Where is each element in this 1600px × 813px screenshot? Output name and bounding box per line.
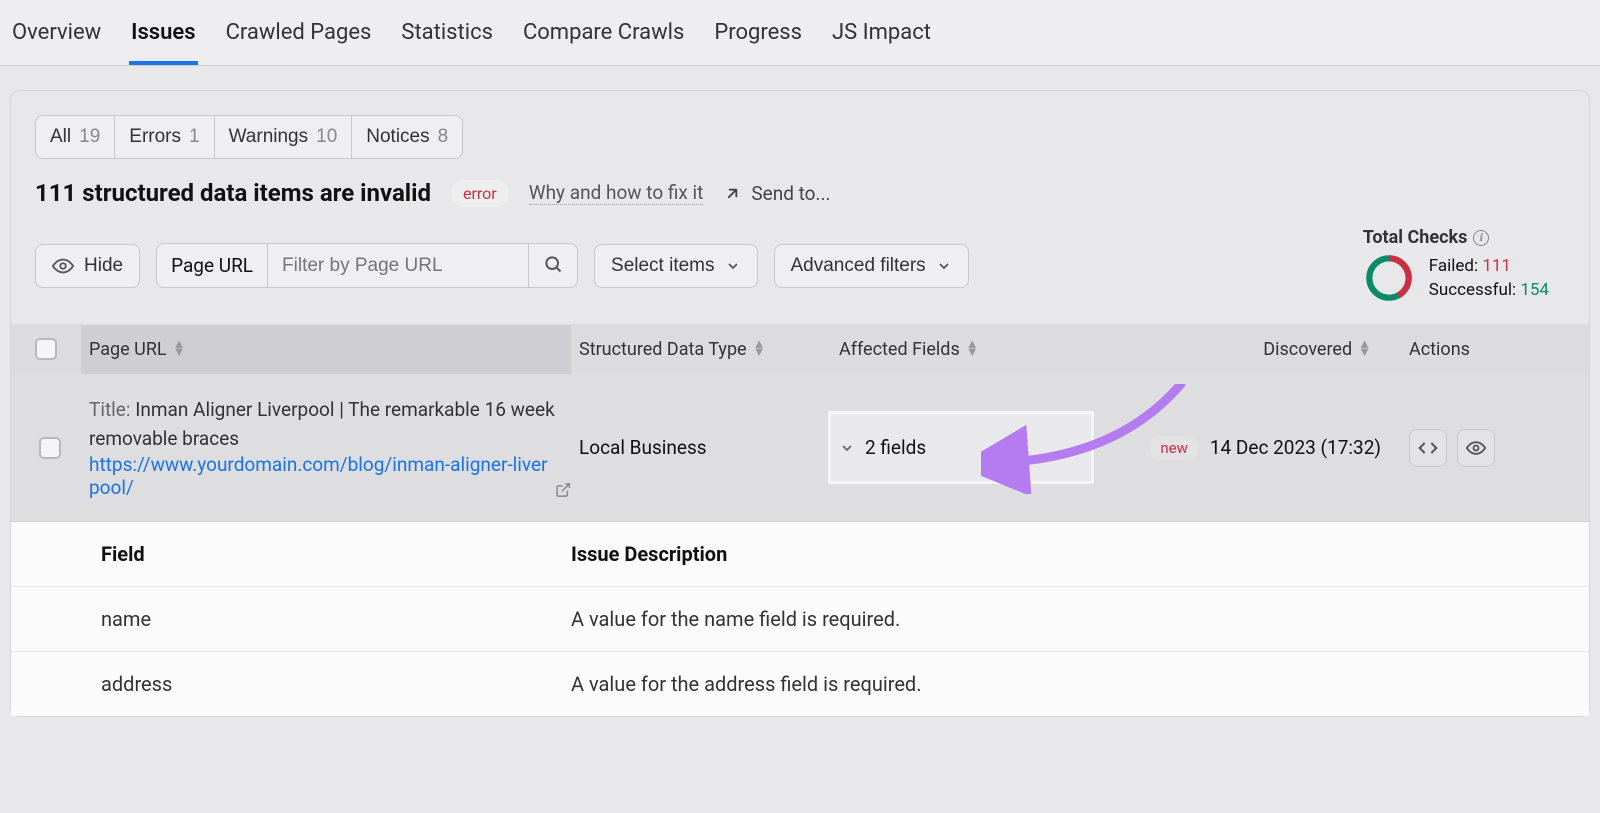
- search-icon: [543, 254, 563, 274]
- issues-panel: All19 Errors1 Warnings10 Notices8 111 st…: [10, 90, 1590, 717]
- select-items-button[interactable]: Select items: [594, 244, 757, 288]
- col-actions: Actions: [1401, 339, 1541, 360]
- external-link-icon: [555, 481, 571, 499]
- new-badge: new: [1150, 436, 1198, 460]
- failed-count: 111: [1482, 256, 1511, 276]
- col-affected-fields[interactable]: Affected Fields▲▼: [831, 339, 1091, 360]
- detail-desc: A value for the name field is required.: [571, 607, 1529, 631]
- view-button[interactable]: [1457, 429, 1495, 467]
- col-page-url[interactable]: Page URL▲▼: [81, 325, 571, 374]
- code-icon: [1418, 438, 1438, 458]
- chevron-down-icon: [936, 258, 952, 274]
- tab-issues[interactable]: Issues: [129, 10, 197, 65]
- total-checks-label: Total Checks: [1363, 227, 1468, 248]
- search-button[interactable]: [528, 244, 577, 287]
- tab-crawled-pages[interactable]: Crawled Pages: [224, 10, 374, 65]
- detail-field: name: [101, 607, 571, 631]
- successful-count: 154: [1520, 280, 1549, 300]
- info-icon[interactable]: i: [1473, 230, 1489, 246]
- eye-icon: [52, 255, 74, 277]
- why-link[interactable]: Why and how to fix it: [529, 181, 704, 205]
- detail-desc: A value for the address field is require…: [571, 672, 1529, 696]
- url-filter-label: Page URL: [157, 244, 268, 287]
- detail-header-field: Field: [101, 542, 571, 566]
- table-row: Title: Inman Aligner Liverpool | The rem…: [11, 374, 1589, 521]
- table-header: Page URL▲▼ Structured Data Type▲▼ Affect…: [11, 324, 1589, 374]
- row-checkbox[interactable]: [39, 437, 61, 459]
- send-to-button[interactable]: Send to...: [723, 182, 830, 205]
- detail-header-desc: Issue Description: [571, 542, 1529, 566]
- row-fields-toggle[interactable]: 2 fields: [831, 414, 1091, 481]
- select-all-checkbox[interactable]: [35, 338, 57, 360]
- col-structured-type[interactable]: Structured Data Type▲▼: [571, 339, 831, 360]
- chevron-down-icon: [839, 440, 855, 456]
- tab-compare-crawls[interactable]: Compare Crawls: [521, 10, 686, 65]
- advanced-filters-button[interactable]: Advanced filters: [774, 244, 969, 288]
- tab-progress[interactable]: Progress: [712, 10, 804, 65]
- eye-icon: [1466, 438, 1486, 458]
- issue-title: 111 structured data items are invalid: [35, 179, 431, 207]
- row-type: Local Business: [571, 436, 831, 459]
- detail-field: address: [101, 672, 571, 696]
- detail-panel: Field Issue Description name A value for…: [11, 521, 1589, 716]
- severity-segmented: All19 Errors1 Warnings10 Notices8: [35, 115, 463, 159]
- donut-chart: [1363, 252, 1415, 304]
- tab-statistics[interactable]: Statistics: [399, 10, 495, 65]
- tab-overview[interactable]: Overview: [10, 10, 103, 65]
- col-discovered[interactable]: Discovered▲▼: [1091, 339, 1401, 360]
- main-tabs: Overview Issues Crawled Pages Statistics…: [0, 0, 1600, 66]
- chevron-down-icon: [725, 258, 741, 274]
- url-filter-input[interactable]: [268, 244, 528, 287]
- code-button[interactable]: [1409, 429, 1447, 467]
- share-icon: [723, 183, 743, 203]
- filter-notices[interactable]: Notices8: [352, 116, 462, 158]
- url-filter: Page URL: [156, 243, 578, 288]
- total-checks-widget: Total Checks i Failed: 111 Successful: 1…: [1363, 227, 1565, 304]
- severity-badge: error: [451, 180, 509, 207]
- row-discovered: 14 Dec 2023 (17:32): [1210, 436, 1381, 459]
- row-title: Title: Inman Aligner Liverpool | The rem…: [89, 396, 571, 453]
- filter-warnings[interactable]: Warnings10: [215, 116, 353, 158]
- filter-all[interactable]: All19: [36, 116, 115, 158]
- filter-errors[interactable]: Errors1: [115, 116, 214, 158]
- hide-button[interactable]: Hide: [35, 244, 140, 288]
- row-url-link[interactable]: https://www.yourdomain.com/blog/inman-al…: [89, 453, 571, 499]
- tab-js-impact[interactable]: JS Impact: [830, 10, 933, 65]
